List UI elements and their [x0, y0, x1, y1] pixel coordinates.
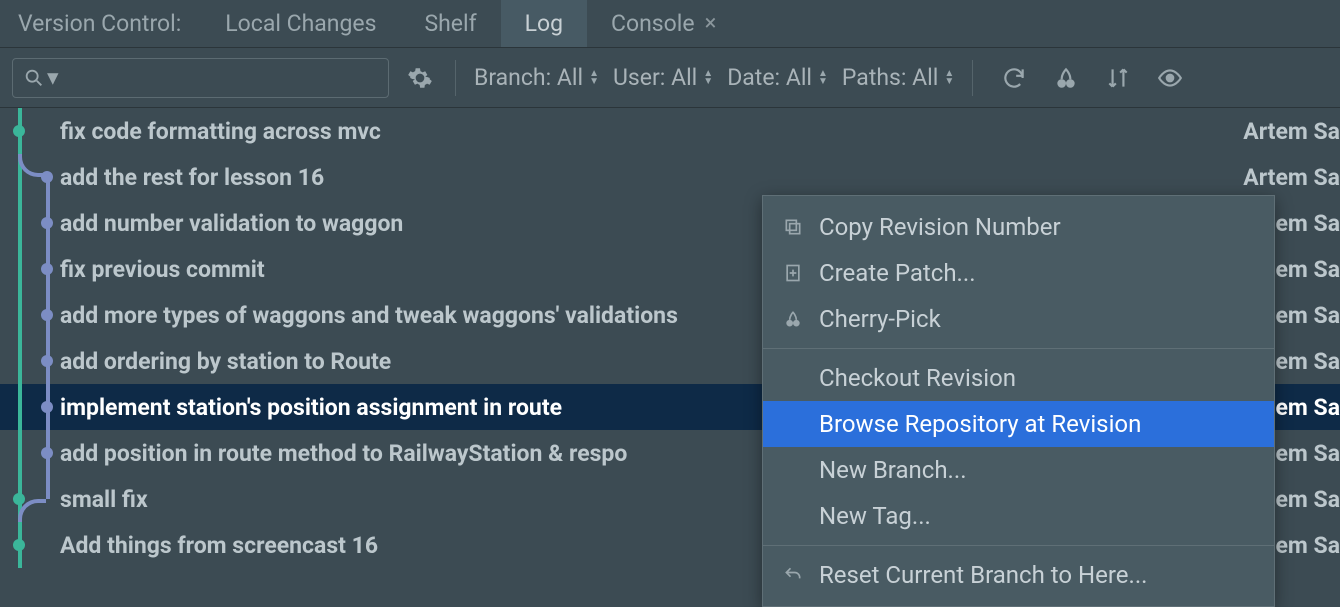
graph-cell: [0, 154, 60, 200]
chevron-down-icon: ▾: [47, 64, 59, 91]
filter-value: All: [912, 64, 938, 91]
menu-item[interactable]: Create Patch...: [763, 250, 1274, 296]
menu-item[interactable]: New Tag...: [763, 493, 1274, 539]
sort-icon: [1105, 65, 1131, 91]
graph-cell: [0, 292, 60, 338]
tab-console[interactable]: Console ×: [587, 0, 740, 47]
sort-arrows-icon: ▲▼: [589, 70, 599, 86]
menu-item[interactable]: Cherry-Pick: [763, 296, 1274, 342]
settings-button[interactable]: [403, 61, 437, 95]
eye-icon: [1157, 65, 1183, 91]
gear-icon: [407, 65, 433, 91]
menu-item-label: Create Patch...: [819, 259, 976, 287]
filter-value: All: [786, 64, 812, 91]
paths-filter[interactable]: Paths: All ▲▼: [842, 64, 954, 91]
commit-author: Artem Sa: [1220, 164, 1340, 191]
patch-icon: [781, 263, 805, 283]
close-icon[interactable]: ×: [705, 11, 717, 36]
filter-label: User:: [613, 64, 665, 91]
tab-log[interactable]: Log: [501, 0, 587, 47]
sort-arrows-icon: ▲▼: [944, 70, 954, 86]
vcs-tab-bar: Version Control: Local Changes Shelf Log…: [0, 0, 1340, 48]
search-icon: [23, 67, 45, 89]
menu-item-label: Reset Current Branch to Here...: [819, 561, 1148, 589]
context-menu: Copy Revision Number Create Patch... Cherr…: [762, 195, 1275, 607]
menu-item-label: New Tag...: [819, 502, 931, 530]
filter-label: Paths:: [842, 64, 907, 91]
graph-cell: [0, 430, 60, 476]
graph-cell: [0, 384, 60, 430]
date-filter[interactable]: Date: All ▲▼: [727, 64, 828, 91]
preview-button[interactable]: [1153, 61, 1187, 95]
menu-item-label: Browse Repository at Revision: [819, 410, 1141, 438]
graph-cell: [0, 338, 60, 384]
cherry-icon: [781, 309, 805, 329]
branch-filter[interactable]: Branch: All ▲▼: [474, 64, 599, 91]
copy-icon: [781, 217, 805, 237]
menu-item[interactable]: Copy Revision Number: [763, 204, 1274, 250]
menu-item[interactable]: New Branch...: [763, 447, 1274, 493]
right-toolbar: [997, 61, 1187, 95]
user-filter[interactable]: User: All ▲▼: [613, 64, 713, 91]
filter-label: Date:: [727, 64, 780, 91]
separator: [455, 60, 456, 96]
cherry-pick-button[interactable]: [1049, 61, 1083, 95]
graph-cell: [0, 200, 60, 246]
graph-cell: [0, 522, 60, 568]
tab-label: Shelf: [424, 10, 476, 37]
tab-label: Log: [525, 10, 563, 37]
panel-title: Version Control:: [0, 10, 201, 37]
menu-separator: [763, 545, 1274, 546]
tab-shelf[interactable]: Shelf: [400, 0, 500, 47]
commit-row[interactable]: fix code formatting across mvcArtem Sa: [0, 108, 1340, 154]
undo-icon: [781, 565, 805, 585]
cherry-icon: [1053, 65, 1079, 91]
search-input[interactable]: ▾: [12, 58, 389, 98]
menu-item-label: Checkout Revision: [819, 364, 1016, 392]
menu-separator: [763, 348, 1274, 349]
sort-arrows-icon: ▲▼: [703, 70, 713, 86]
separator: [972, 60, 973, 96]
tab-local-changes[interactable]: Local Changes: [201, 0, 400, 47]
menu-item[interactable]: Reset Current Branch to Here...: [763, 552, 1274, 598]
menu-item-label: New Branch...: [819, 456, 967, 484]
tab-label: Console: [611, 10, 695, 37]
commit-row[interactable]: add the rest for lesson 16Artem Sa: [0, 154, 1340, 200]
graph-cell: [0, 108, 60, 154]
refresh-icon: [1001, 65, 1027, 91]
refresh-button[interactable]: [997, 61, 1031, 95]
menu-item[interactable]: Browse Repository at Revision: [763, 401, 1274, 447]
filter-value: All: [671, 64, 697, 91]
tab-label: Local Changes: [225, 10, 376, 37]
graph-cell: [0, 246, 60, 292]
sort-arrows-icon: ▲▼: [818, 70, 828, 86]
commit-message: add the rest for lesson 16: [60, 164, 1220, 191]
filter-value: All: [557, 64, 583, 91]
menu-item-label: Cherry-Pick: [819, 305, 941, 333]
intellisort-button[interactable]: [1101, 61, 1135, 95]
menu-item[interactable]: Checkout Revision: [763, 355, 1274, 401]
menu-item-label: Copy Revision Number: [819, 213, 1061, 241]
commit-message: fix code formatting across mvc: [60, 118, 1220, 145]
graph-cell: [0, 476, 60, 522]
log-toolbar: ▾ Branch: All ▲▼ User: All ▲▼ Date: All …: [0, 48, 1340, 108]
filter-label: Branch:: [474, 64, 551, 91]
commit-author: Artem Sa: [1220, 118, 1340, 145]
